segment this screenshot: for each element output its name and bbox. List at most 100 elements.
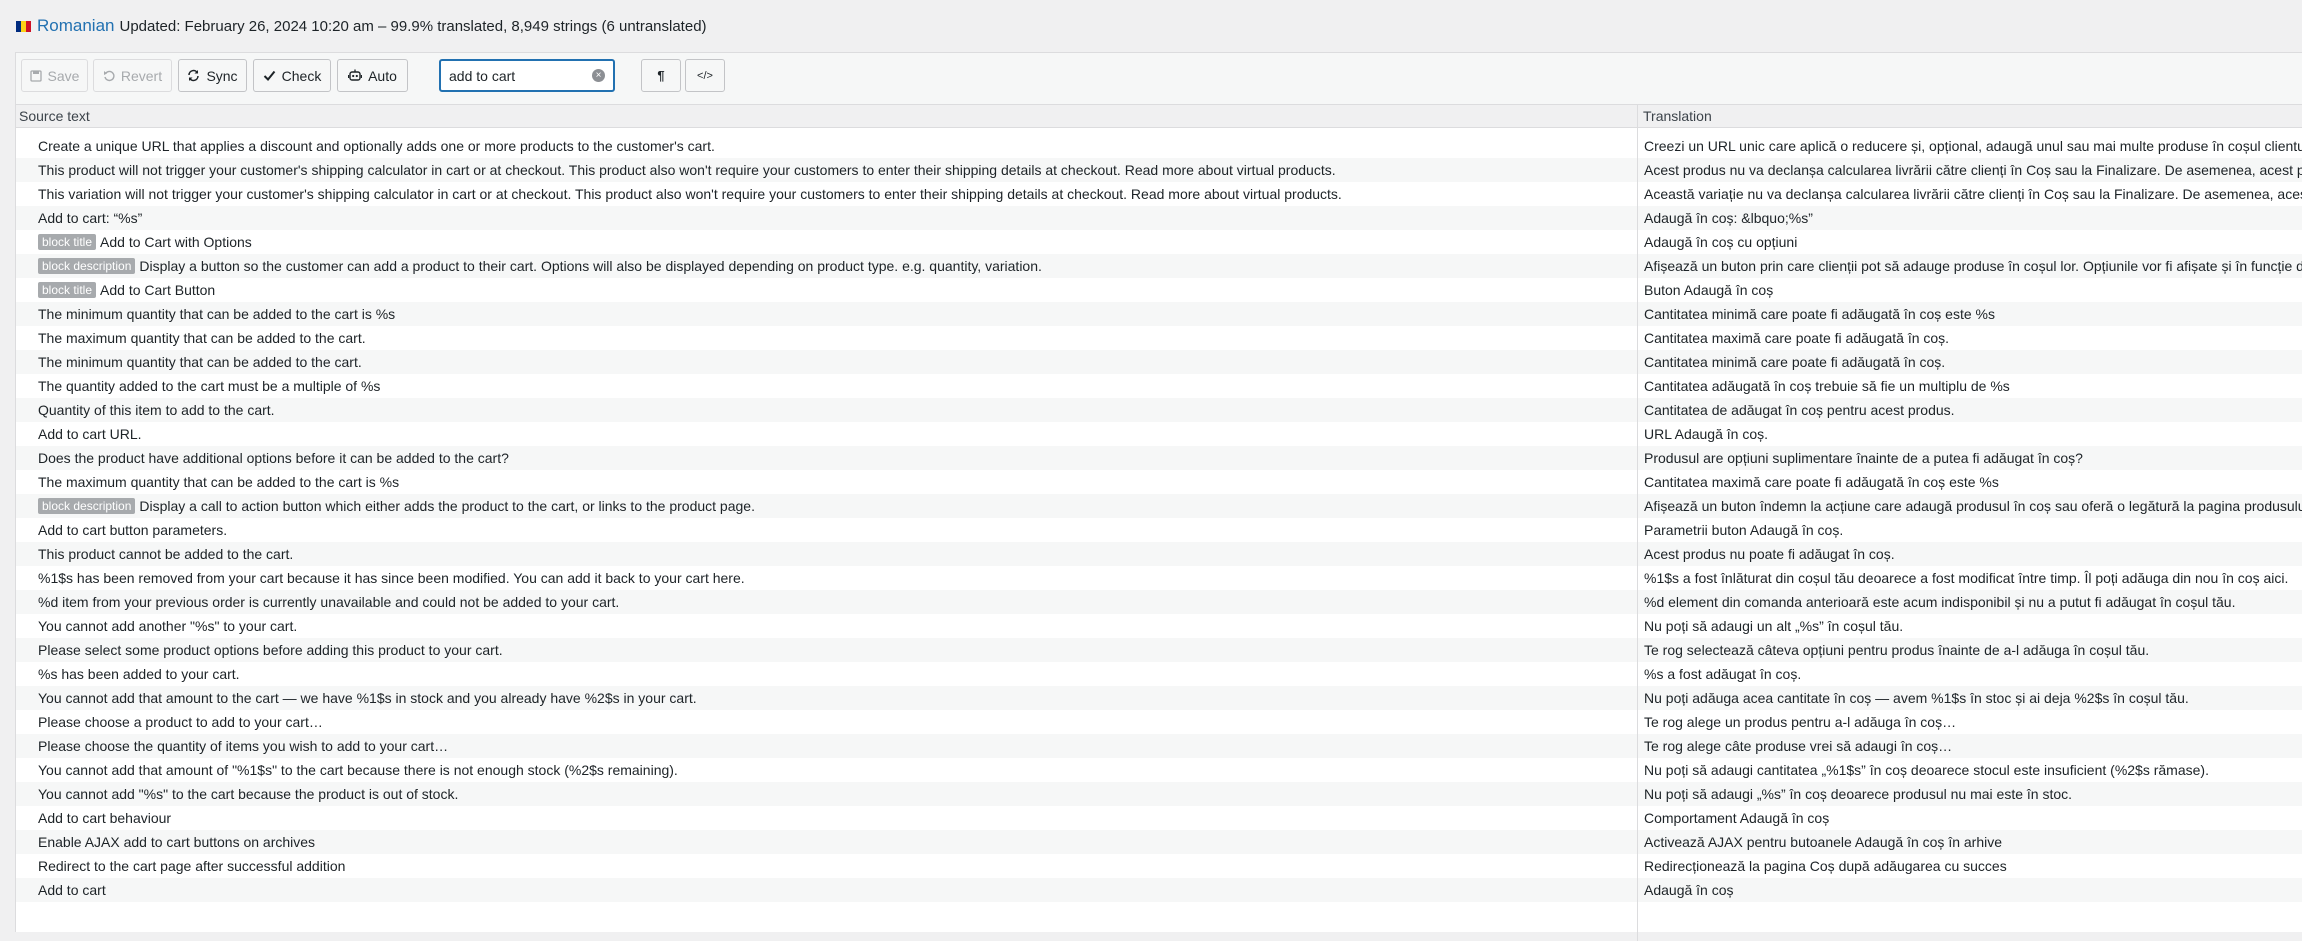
source-text: Add to cart: “%s” xyxy=(38,210,143,226)
table-row[interactable]: %s has been added to your cart. %s a fost… xyxy=(16,662,2302,686)
translation-cell: Afișează un buton prin care clienții pot… xyxy=(1644,258,2302,274)
translation-cell: Te rog selectează câteva opțiuni pentru … xyxy=(1644,642,2150,658)
table-row[interactable]: Redirect to the cart page after successf… xyxy=(16,854,2302,878)
translation-cell: Activează AJAX pentru butoanele Adaugă î… xyxy=(1644,834,2003,850)
table-row[interactable]: Add to cart: “%s” Adaugă în coș: &lbquo;%… xyxy=(16,206,2302,230)
code-view-button[interactable]: </> xyxy=(685,59,725,92)
auto-translate-button[interactable]: Auto xyxy=(337,59,408,92)
source-text: You cannot add another "%s" to your cart… xyxy=(38,618,298,634)
table-row[interactable]: The minimum quantity that can be added t… xyxy=(16,350,2302,374)
sync-label: Sync xyxy=(206,67,238,84)
table-row[interactable]: Please select some product options befor… xyxy=(16,638,2302,662)
source-text-cell: Please select some product options befor… xyxy=(38,638,1638,662)
code-icon: </> xyxy=(697,69,713,82)
translation-cell: Nu poți să adaugi „%s” în coș deoarece p… xyxy=(1644,786,2073,802)
save-icon xyxy=(29,69,42,82)
romania-flag-icon xyxy=(16,20,31,32)
source-text: %1$s has been removed from your cart bec… xyxy=(38,570,745,586)
source-text-cell: This variation will not trigger your cus… xyxy=(38,182,1638,206)
string-list: Create a unique URL that applies a disco… xyxy=(16,134,2302,902)
table-row[interactable]: Does the product have additional options… xyxy=(16,446,2302,470)
check-button[interactable]: Check xyxy=(253,59,331,92)
table-row[interactable]: You cannot add "%s" to the cart because … xyxy=(16,782,2302,806)
source-text-cell: Add to cart behaviour xyxy=(38,806,1638,830)
translation-column-header[interactable]: Translation xyxy=(1638,105,2302,128)
table-row[interactable]: You cannot add another "%s" to your cart… xyxy=(16,614,2302,638)
source-text: Quantity of this item to add to the cart… xyxy=(38,402,275,418)
translation-cell: Nu poți să adaugi cantitatea „%1$s” în c… xyxy=(1644,762,2209,778)
source-text-cell: This product will not trigger your custo… xyxy=(38,158,1638,182)
clear-search-icon[interactable]: × xyxy=(592,69,605,82)
source-text-cell: The maximum quantity that can be added t… xyxy=(38,470,1638,494)
translation-cell: Acest produs nu va declanșa calcularea l… xyxy=(1644,162,2302,178)
revert-label: Revert xyxy=(120,67,163,84)
source-text: Add to Cart with Options xyxy=(100,234,252,250)
context-badge: block title xyxy=(38,234,97,250)
source-text-cell: Add to cart xyxy=(38,878,1638,902)
translation-cell: Acest produs nu poate fi adăugat în coș. xyxy=(1644,546,1895,562)
translation-cell: Te rog alege un produs pentru a-l adăuga… xyxy=(1644,714,1957,730)
source-text-cell: Enable AJAX add to cart buttons on archi… xyxy=(38,830,1638,854)
translation-cell: Parametrii buton Adaugă în coș. xyxy=(1644,522,1844,538)
translation-cell: Cantitatea minimă care poate fi adăugată… xyxy=(1644,354,1946,370)
search-input[interactable] xyxy=(449,67,589,84)
source-text: Please select some product options befor… xyxy=(38,642,503,658)
sync-button[interactable]: Sync xyxy=(178,59,247,92)
source-text-cell: Quantity of this item to add to the cart… xyxy=(38,398,1638,422)
table-row[interactable]: The maximum quantity that can be added t… xyxy=(16,326,2302,350)
source-text: This variation will not trigger your cus… xyxy=(38,186,1342,202)
source-column-header[interactable]: Source text xyxy=(16,105,1637,128)
source-text-cell: Add to cart: “%s” xyxy=(38,206,1638,230)
table-row[interactable]: block title Add to Cart Button Buton Adaug… xyxy=(16,278,2302,302)
table-row[interactable]: Add to cart button parameters. Parametrii… xyxy=(16,518,2302,542)
source-text-cell: The minimum quantity that can be added t… xyxy=(38,350,1638,374)
source-text: This product will not trigger your custo… xyxy=(38,162,1336,178)
robot-icon xyxy=(348,69,363,81)
source-text-cell: You cannot add another "%s" to your cart… xyxy=(38,614,1638,638)
table-row[interactable]: You cannot add that amount of "%1$s" to … xyxy=(16,758,2302,782)
table-row[interactable]: This product cannot be added to the cart… xyxy=(16,542,2302,566)
show-invisibles-button[interactable]: ¶ xyxy=(641,59,681,92)
source-text: The quantity added to the cart must be a… xyxy=(38,378,381,394)
translation-cell: Cantitatea de adăugat în coș pentru aces… xyxy=(1644,402,1955,418)
translation-cell: Nu poți să adaugi un alt „%s” în coșul t… xyxy=(1644,618,1904,634)
save-button[interactable]: Save xyxy=(21,59,88,92)
source-text-cell: You cannot add that amount to the cart —… xyxy=(38,686,1638,710)
table-row[interactable]: block description Display a button so the… xyxy=(16,254,2302,278)
table-row[interactable]: Add to cart URL. URL Adaugă în coș. xyxy=(16,422,2302,446)
column-divider xyxy=(1637,105,1638,941)
source-text: Add to cart xyxy=(38,882,106,898)
source-text-cell: This product cannot be added to the cart… xyxy=(38,542,1638,566)
translation-cell: %s a fost adăugat în coș. xyxy=(1644,666,1802,682)
translation-cell: Afișează un buton îndemn la acțiune care… xyxy=(1644,498,2302,514)
table-row[interactable]: Please choose the quantity of items you … xyxy=(16,734,2302,758)
language-link[interactable]: Romanian xyxy=(37,16,115,36)
table-row[interactable]: block description Display a call to actio… xyxy=(16,494,2302,518)
table-row[interactable]: You cannot add that amount to the cart —… xyxy=(16,686,2302,710)
table-row[interactable]: Enable AJAX add to cart buttons on archi… xyxy=(16,830,2302,854)
checkmark-icon xyxy=(263,70,275,81)
table-row[interactable]: The maximum quantity that can be added t… xyxy=(16,470,2302,494)
translation-cell: Redirecționează la pagina Coș după adăug… xyxy=(1644,858,2007,874)
source-text-cell: You cannot add "%s" to the cart because … xyxy=(38,782,1638,806)
source-text: Redirect to the cart page after successf… xyxy=(38,858,346,874)
table-row[interactable]: Add to cart behaviour Comportament Adaugă… xyxy=(16,806,2302,830)
table-row[interactable]: Create a unique URL that applies a disco… xyxy=(16,134,2302,158)
translation-status: Updated: February 26, 2024 10:20 am – 99… xyxy=(119,17,707,35)
table-row[interactable]: The minimum quantity that can be added t… xyxy=(16,302,2302,326)
source-text: Add to cart URL. xyxy=(38,426,142,442)
table-row[interactable]: This variation will not trigger your cus… xyxy=(16,182,2302,206)
table-row[interactable]: Quantity of this item to add to the cart… xyxy=(16,398,2302,422)
table-row[interactable]: Add to cart Adaugă în coș xyxy=(16,878,2302,902)
search-box[interactable]: × xyxy=(439,59,615,92)
table-row[interactable]: %1$s has been removed from your cart bec… xyxy=(16,566,2302,590)
table-row[interactable]: The quantity added to the cart must be a… xyxy=(16,374,2302,398)
source-text: You cannot add that amount to the cart —… xyxy=(38,690,697,706)
table-row[interactable]: Please choose a product to add to your c… xyxy=(16,710,2302,734)
revert-button[interactable]: Revert xyxy=(93,59,172,92)
table-row[interactable]: %d item from your previous order is curr… xyxy=(16,590,2302,614)
table-row[interactable]: block title Add to Cart with Options Adaug… xyxy=(16,230,2302,254)
table-row[interactable]: This product will not trigger your custo… xyxy=(16,158,2302,182)
source-text: Add to cart behaviour xyxy=(38,810,172,826)
source-text-cell: Redirect to the cart page after successf… xyxy=(38,854,1638,878)
